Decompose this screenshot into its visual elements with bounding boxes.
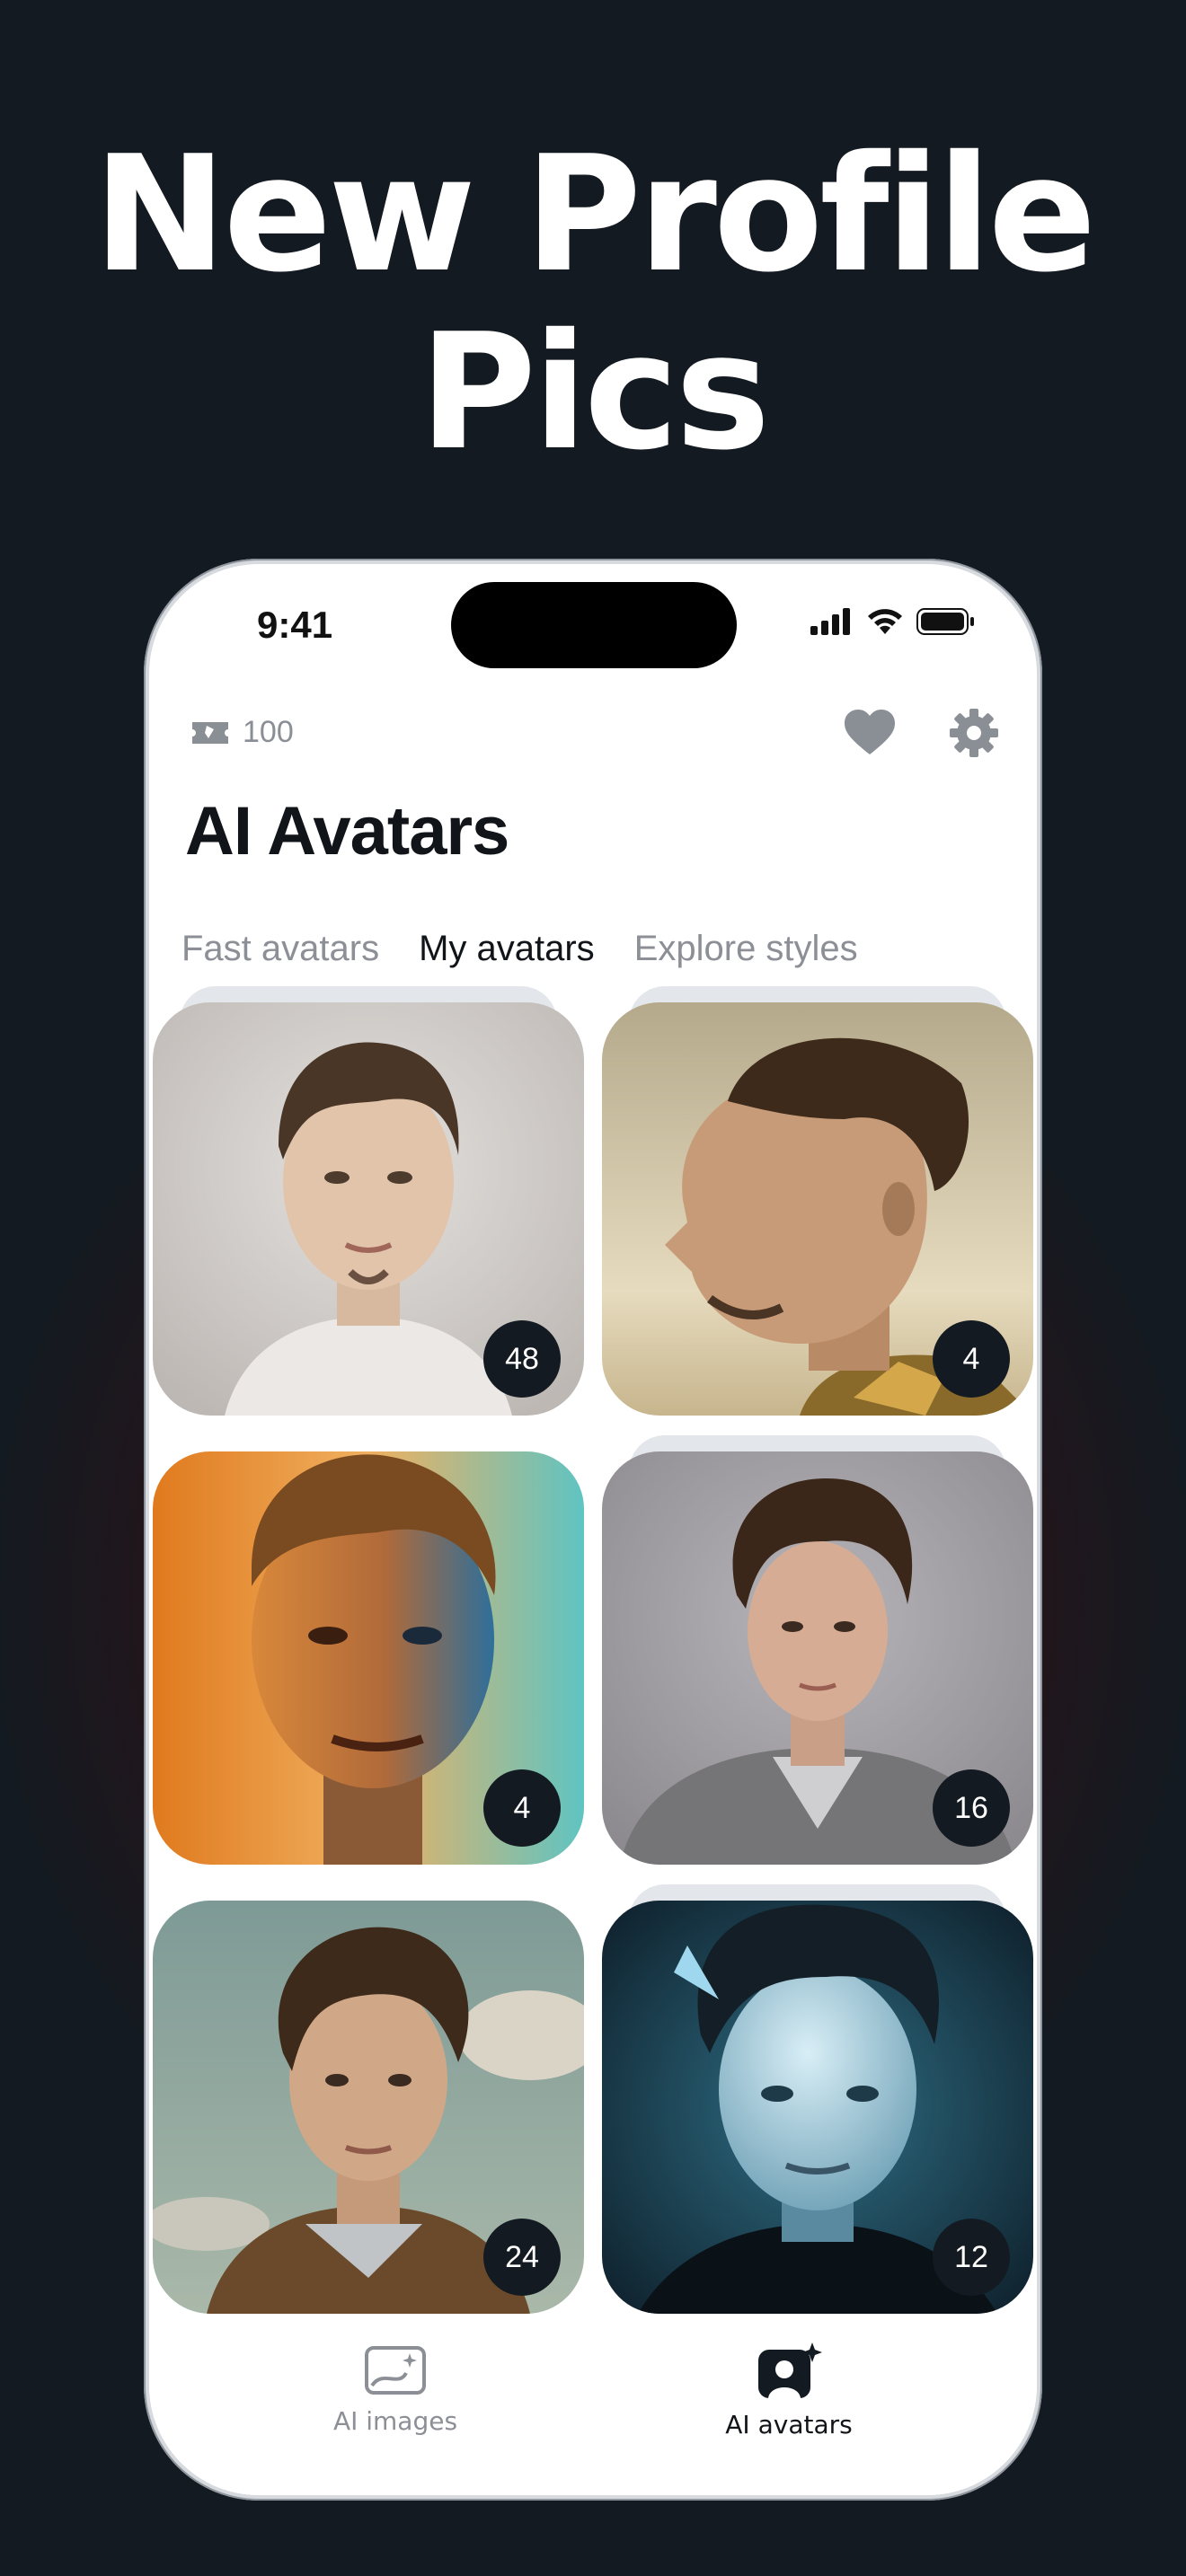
coin-balance[interactable]: 100 bbox=[189, 715, 294, 750]
bottom-tab-bar: AI images AI avatars bbox=[149, 2325, 1037, 2495]
page-title: AI Avatars bbox=[185, 793, 509, 869]
promo-headline: New Profile Pics bbox=[0, 126, 1186, 481]
settings-gear-icon[interactable] bbox=[949, 708, 999, 758]
app-screen: 9:41 100 AI Avatars Fast avatars My avat… bbox=[149, 564, 1037, 2495]
avatar-count-badge: 4 bbox=[483, 1769, 561, 1847]
avatar-pack-card[interactable]: 12 bbox=[602, 1884, 1033, 2314]
tab-explore-styles[interactable]: Explore styles bbox=[634, 929, 858, 969]
avatar-count-badge: 24 bbox=[483, 2219, 561, 2296]
avatar-count-badge: 4 bbox=[933, 1320, 1010, 1398]
nav-label: AI avatars bbox=[725, 2410, 853, 2439]
tab-fast-avatars[interactable]: Fast avatars bbox=[181, 929, 379, 969]
ticket-icon bbox=[192, 721, 228, 744]
nav-ai-images[interactable]: AI images bbox=[279, 2342, 512, 2436]
wifi-icon bbox=[868, 609, 902, 634]
image-sparkle-icon bbox=[365, 2346, 426, 2395]
avatar-pack-card[interactable]: 24 bbox=[153, 1884, 584, 2314]
avatar-pack-card[interactable]: 4 bbox=[602, 986, 1033, 1416]
status-bar: 9:41 bbox=[149, 564, 1037, 672]
avatar-pack-card[interactable]: 48 bbox=[153, 986, 584, 1416]
status-time: 9:41 bbox=[257, 604, 333, 646]
avatar-sparkle-icon bbox=[758, 2342, 822, 2398]
tab-my-avatars[interactable]: My avatars bbox=[419, 929, 595, 969]
avatar-count-badge: 48 bbox=[483, 1320, 561, 1398]
avatar-pack-card[interactable]: 16 bbox=[602, 1435, 1033, 1865]
promo-headline-line2: Pics bbox=[419, 299, 771, 485]
segment-tabs: Fast avatars My avatars Explore styles bbox=[181, 929, 858, 969]
promo-headline-line1: New Profile bbox=[93, 121, 1097, 307]
favorites-heart-icon[interactable] bbox=[843, 708, 897, 758]
battery-icon bbox=[916, 608, 974, 635]
nav-label: AI images bbox=[332, 2406, 458, 2436]
status-icons bbox=[810, 607, 976, 636]
avatar-count-badge: 16 bbox=[933, 1769, 1010, 1847]
avatar-pack-card[interactable]: 4 bbox=[153, 1435, 584, 1865]
avatar-count-badge: 12 bbox=[933, 2219, 1010, 2296]
phone-frame: 9:41 100 AI Avatars Fast avatars My avat… bbox=[144, 559, 1042, 2501]
coin-count: 100 bbox=[243, 715, 294, 749]
dynamic-island bbox=[451, 582, 737, 668]
nav-ai-avatars[interactable]: AI avatars bbox=[672, 2342, 906, 2439]
cellular-signal-icon bbox=[810, 608, 850, 635]
